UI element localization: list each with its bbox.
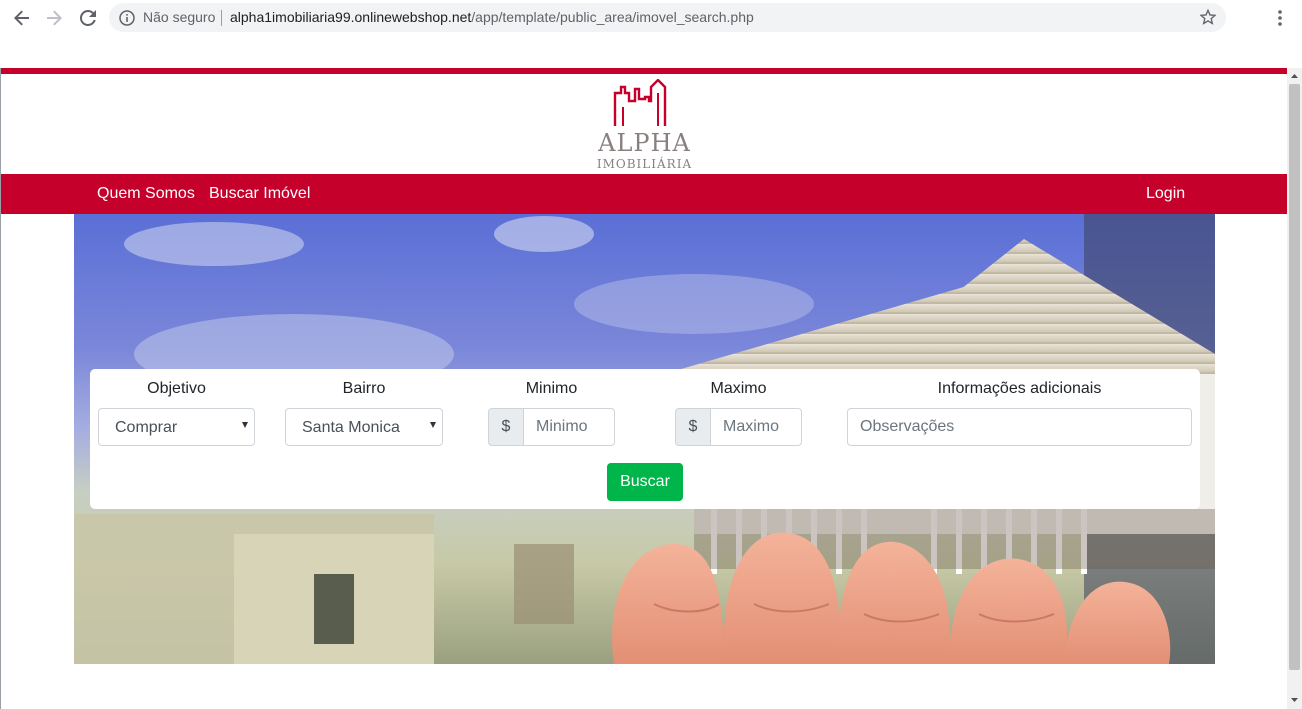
- browser-toolbar: Não seguro alpha1imobiliaria99.onlineweb…: [0, 0, 1302, 36]
- objetivo-select[interactable]: Comprar: [98, 408, 255, 446]
- scroll-down-icon[interactable]: [1287, 694, 1302, 706]
- chevron-down-icon: [242, 422, 248, 428]
- buscar-button[interactable]: Buscar: [607, 463, 683, 501]
- scroll-up-icon[interactable]: [1287, 70, 1302, 82]
- back-arrow-icon[interactable]: [10, 6, 34, 30]
- bairro-selected-value: Santa Monica: [302, 419, 400, 436]
- site-header: ALPHA IMOBILIÁRIA: [1, 74, 1288, 174]
- minimo-currency-addon: $: [488, 408, 524, 446]
- info-icon[interactable]: [119, 10, 135, 31]
- objetivo-label: Objetivo: [147, 380, 206, 397]
- scroll-thumb[interactable]: [1289, 84, 1300, 670]
- building-logo-icon[interactable]: [612, 78, 676, 132]
- nav-link-quem-somos[interactable]: Quem Somos: [97, 185, 195, 203]
- minimo-label: Minimo: [525, 380, 578, 397]
- forward-arrow-icon[interactable]: [42, 6, 66, 30]
- url-text: alpha1imobiliaria99.onlinewebshop.net/ap…: [230, 9, 754, 25]
- security-label: Não seguro: [143, 9, 216, 25]
- reload-icon[interactable]: [76, 6, 100, 30]
- brand-name: ALPHA: [598, 129, 691, 157]
- page-viewport: ALPHA IMOBILIÁRIA Quem Somos Buscar Imóv…: [0, 68, 1288, 709]
- chevron-down-icon: [430, 422, 436, 428]
- nav-link-buscar-imovel[interactable]: Buscar Imóvel: [209, 185, 310, 203]
- page-scrollbar[interactable]: [1287, 68, 1302, 709]
- minimo-input[interactable]: [523, 408, 615, 446]
- star-icon[interactable]: [1199, 8, 1217, 30]
- objetivo-selected-value: Comprar: [115, 419, 178, 436]
- hero-banner: Objetivo Comprar Bairro Santa Monica Min…: [74, 214, 1215, 664]
- bairro-label: Bairro: [342, 380, 386, 397]
- menu-dots-icon[interactable]: [1270, 8, 1290, 28]
- address-separator: [221, 10, 222, 26]
- url-host: alpha1imobiliaria99.onlinewebshop.net: [230, 9, 472, 25]
- maximo-label: Maximo: [710, 380, 767, 397]
- info-label: Informações adicionais: [937, 380, 1102, 397]
- maximo-currency-addon: $: [675, 408, 711, 446]
- url-path: /app/template/public_area/imovel_search.…: [471, 9, 754, 25]
- search-form-panel: Objetivo Comprar Bairro Santa Monica Min…: [90, 369, 1200, 509]
- address-bar[interactable]: Não seguro alpha1imobiliaria99.onlineweb…: [109, 3, 1226, 32]
- maximo-input[interactable]: [710, 408, 802, 446]
- observacoes-input[interactable]: [847, 408, 1192, 446]
- main-navbar: Quem Somos Buscar Imóvel Login: [1, 174, 1288, 214]
- brand-subtitle: IMOBILIÁRIA: [596, 157, 693, 171]
- bairro-select[interactable]: Santa Monica: [285, 408, 443, 446]
- nav-link-login[interactable]: Login: [1146, 185, 1185, 203]
